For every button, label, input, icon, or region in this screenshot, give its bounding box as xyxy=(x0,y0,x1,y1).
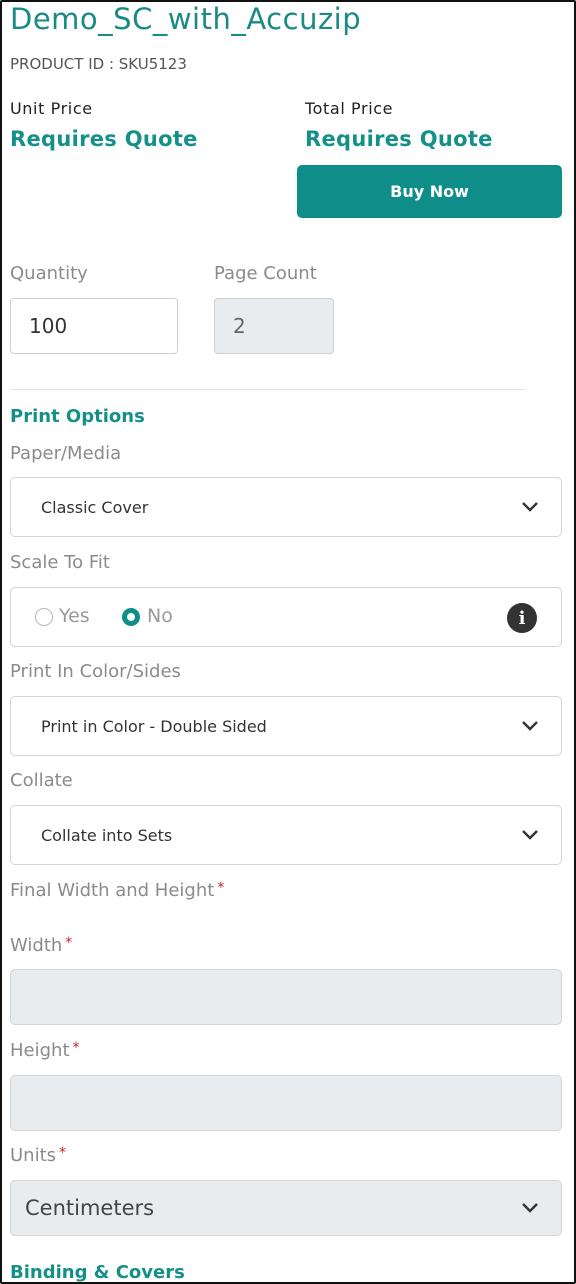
height-input[interactable] xyxy=(10,1075,562,1131)
units-label: Units * xyxy=(10,1145,66,1166)
print-options-title: Print Options xyxy=(10,406,145,427)
divider xyxy=(10,389,526,390)
height-label-text: Height xyxy=(10,1040,70,1061)
quantity-input[interactable]: 100 xyxy=(10,298,178,354)
radio-no[interactable] xyxy=(122,608,140,626)
paper-media-value: Classic Cover xyxy=(41,497,149,517)
unit-price-label: Unit Price xyxy=(10,99,93,118)
binding-covers-title: Binding & Covers xyxy=(10,1262,185,1283)
final-size-label: Final Width and Height * xyxy=(10,880,224,901)
final-size-label-text: Final Width and Height xyxy=(10,880,215,901)
chevron-down-icon xyxy=(522,721,538,731)
unit-price-value: Requires Quote xyxy=(10,127,198,151)
print-color-sides-value: Print in Color - Double Sided xyxy=(41,716,267,736)
chevron-down-icon xyxy=(522,502,538,512)
scale-to-fit-group: Yes No i xyxy=(10,587,562,647)
scale-to-fit-label: Scale To Fit xyxy=(10,552,110,573)
width-label: Width * xyxy=(10,935,72,956)
paper-media-label: Paper/Media xyxy=(10,443,122,464)
collate-value: Collate into Sets xyxy=(41,825,173,845)
required-mark: * xyxy=(65,935,73,951)
width-label-text: Width xyxy=(10,935,63,956)
chevron-down-icon xyxy=(522,1203,538,1213)
paper-media-select[interactable]: Classic Cover xyxy=(10,477,562,537)
info-icon[interactable]: i xyxy=(507,603,537,633)
quantity-label: Quantity xyxy=(10,263,88,284)
page-count-label: Page Count xyxy=(214,263,317,284)
print-color-sides-select[interactable]: Print in Color - Double Sided xyxy=(10,696,562,756)
required-mark: * xyxy=(72,1040,80,1056)
required-mark: * xyxy=(59,1145,67,1161)
total-price-value: Requires Quote xyxy=(305,127,493,151)
buy-now-button[interactable]: Buy Now xyxy=(297,165,562,218)
radio-yes[interactable] xyxy=(35,608,53,626)
product-id: PRODUCT ID : SKU5123 xyxy=(10,55,187,73)
radio-yes-label: Yes xyxy=(59,605,90,627)
units-label-text: Units xyxy=(10,1145,57,1166)
units-value: Centimeters xyxy=(25,1196,155,1220)
page-count-input: 2 xyxy=(214,298,334,354)
height-label: Height * xyxy=(10,1040,80,1061)
required-mark: * xyxy=(217,880,225,896)
units-select[interactable]: Centimeters xyxy=(10,1180,562,1236)
product-title: Demo_SC_with_Accuzip xyxy=(10,2,362,36)
total-price-label: Total Price xyxy=(305,99,394,118)
page-frame: Demo_SC_with_Accuzip PRODUCT ID : SKU512… xyxy=(0,0,576,1284)
print-color-sides-label: Print In Color/Sides xyxy=(10,661,181,682)
width-input[interactable] xyxy=(10,969,562,1025)
radio-no-label: No xyxy=(147,605,173,627)
chevron-down-icon xyxy=(522,830,538,840)
collate-label: Collate xyxy=(10,770,73,791)
collate-select[interactable]: Collate into Sets xyxy=(10,805,562,865)
